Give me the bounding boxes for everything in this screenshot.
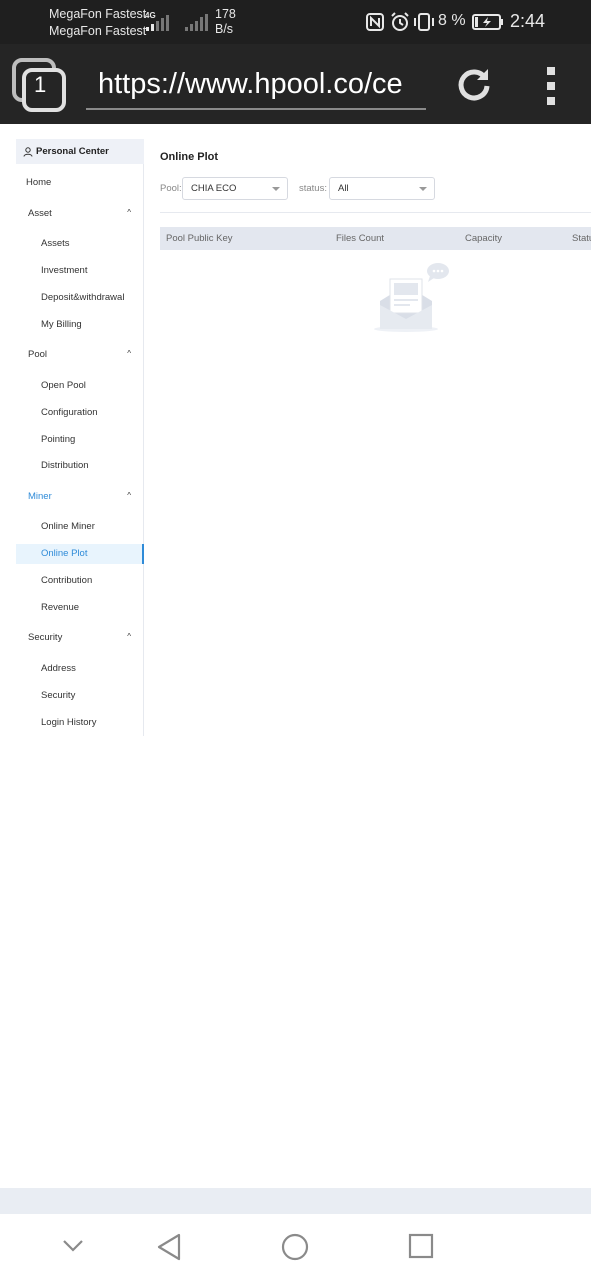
- vibrate-icon: [414, 13, 434, 31]
- sidebar-item-investment[interactable]: Investment: [41, 265, 87, 276]
- status-select-value: All: [338, 183, 349, 194]
- clock: 2:44: [509, 11, 545, 31]
- carrier-1-label: MegaFon Fastest: [49, 7, 147, 21]
- tabs-button[interactable]: 1: [12, 58, 68, 112]
- speed-unit: B/s: [215, 22, 234, 36]
- signal-icon: [146, 15, 169, 31]
- sidebar-item-configuration[interactable]: Configuration: [41, 407, 98, 418]
- carrier-2-label: MegaFon Fastest: [49, 24, 147, 38]
- chevron-down-icon: [419, 187, 427, 191]
- sidebar-item-assets[interactable]: Assets: [41, 238, 70, 249]
- chevron-up-icon[interactable]: ^: [127, 632, 131, 641]
- alarm-icon: [391, 12, 409, 31]
- network-speed: 178 B/s: [215, 7, 236, 37]
- hide-keyboard-icon[interactable]: [60, 1236, 86, 1256]
- android-nav-bar: [0, 1214, 591, 1280]
- sidebar: Personal Center Home Asset ^ Assets Inve…: [16, 139, 144, 736]
- sidebar-item-online-plot[interactable]: Online Plot: [41, 548, 87, 559]
- sidebar-item-my-billing[interactable]: My Billing: [41, 319, 82, 330]
- sidebar-item-contribution[interactable]: Contribution: [41, 575, 92, 586]
- sidebar-item-online-miner[interactable]: Online Miner: [41, 521, 95, 532]
- tab-count: 1: [34, 72, 47, 97]
- menu-icon[interactable]: [544, 67, 558, 105]
- status-bar: MegaFon Fastest MegaFon Fastest 4G 178 B…: [0, 0, 591, 44]
- signal-2-icon: [185, 14, 208, 31]
- pool-filter-label: Pool:: [160, 183, 182, 194]
- sidebar-item-pointing[interactable]: Pointing: [41, 434, 75, 445]
- pool-select[interactable]: CHIA ECO: [182, 177, 288, 200]
- status-filter-label: status:: [299, 183, 327, 194]
- sidebar-group-pool[interactable]: Pool: [28, 349, 47, 360]
- sidebar-group-security[interactable]: Security: [28, 632, 62, 643]
- page-footer-strip: [0, 1188, 591, 1214]
- back-icon[interactable]: [155, 1232, 183, 1262]
- empty-data-icon: [374, 263, 449, 332]
- sidebar-item-security[interactable]: Security: [41, 690, 75, 701]
- speed-value: 178: [215, 7, 236, 21]
- chevron-up-icon[interactable]: ^: [127, 349, 131, 358]
- sidebar-item-login-history[interactable]: Login History: [41, 717, 96, 728]
- sidebar-group-miner[interactable]: Miner: [28, 491, 52, 502]
- personal-center-header[interactable]: Personal Center: [16, 139, 144, 164]
- table-header: Pool Public Key Files Count Capacity Sta…: [160, 227, 591, 250]
- page-title: Online Plot: [160, 151, 219, 163]
- sidebar-item-address[interactable]: Address: [41, 663, 76, 674]
- nfc-icon: [366, 13, 384, 31]
- chevron-down-icon: [272, 187, 280, 191]
- column-header-files-count[interactable]: Files Count: [336, 227, 384, 250]
- sidebar-item-distribution[interactable]: Distribution: [41, 460, 89, 471]
- home-icon[interactable]: [280, 1232, 310, 1262]
- sidebar-group-asset[interactable]: Asset: [28, 208, 52, 219]
- sidebar-item-deposit-withdrawal[interactable]: Deposit&withdrawal: [41, 292, 124, 303]
- user-icon: [23, 146, 33, 157]
- personal-center-label: Personal Center: [36, 146, 109, 157]
- battery-charging-icon: [472, 14, 503, 30]
- sidebar-item-home[interactable]: Home: [26, 177, 51, 188]
- column-header-capacity[interactable]: Capacity: [465, 227, 502, 250]
- sidebar-item-open-pool[interactable]: Open Pool: [41, 380, 86, 391]
- chevron-up-icon[interactable]: ^: [127, 491, 131, 500]
- divider: [160, 212, 591, 213]
- battery-percent: 8 %: [438, 12, 466, 29]
- reload-icon[interactable]: [454, 64, 494, 104]
- sidebar-item-revenue[interactable]: Revenue: [41, 602, 79, 613]
- recents-icon[interactable]: [407, 1232, 435, 1260]
- pool-select-value: CHIA ECO: [191, 183, 237, 194]
- url-field[interactable]: https://www.hpool.co/ce: [86, 64, 426, 110]
- column-header-status[interactable]: Status: [572, 227, 591, 250]
- status-select[interactable]: All: [329, 177, 435, 200]
- chevron-up-icon[interactable]: ^: [127, 208, 131, 217]
- column-header-pool-public-key[interactable]: Pool Public Key: [166, 227, 233, 250]
